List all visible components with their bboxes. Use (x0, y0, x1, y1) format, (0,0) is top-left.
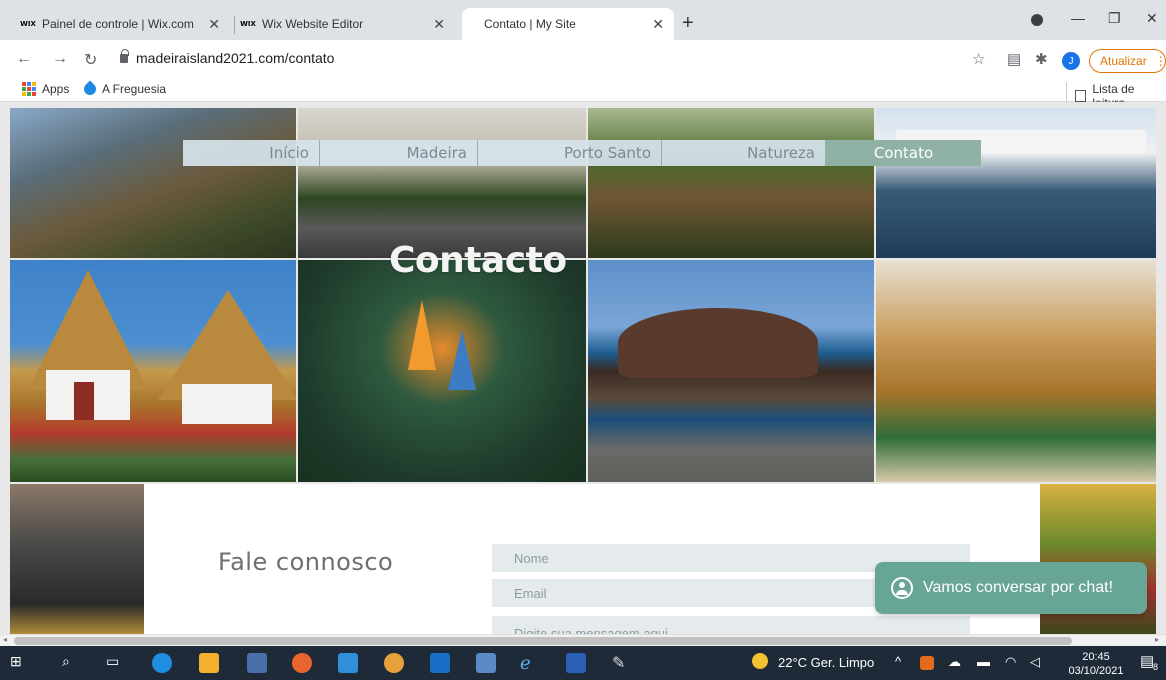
photo-dragon-trees (588, 108, 874, 258)
windows-taskbar: ⊞ ⌕ ▭ ℯ ✎ 22°C Ger. Limpo ^ ☁ ▬ ◠ ◁ ▤ 8 (0, 646, 1166, 680)
windows-start-icon[interactable]: ⊞ (10, 653, 30, 673)
page-title: Contacto (389, 240, 567, 281)
outlook-icon[interactable] (430, 653, 450, 673)
browser-tab-bar: WIX Painel de controle | Wix.com ✕ WIX W… (0, 0, 1166, 40)
cloud-icon[interactable]: ☁ (948, 654, 961, 670)
photo-islet-coast (588, 260, 874, 482)
photo-mountain-valley (10, 108, 296, 258)
close-tab-icon[interactable]: ✕ (433, 16, 445, 33)
minimize-icon[interactable]: — (1071, 10, 1085, 26)
volume-icon[interactable]: ◁ (1030, 654, 1040, 670)
bookmarks-bar: Apps A Freguesia (0, 78, 1166, 102)
photo-cruise-ship-harbour (876, 108, 1156, 258)
search-icon[interactable]: ⌕ (62, 653, 82, 673)
menu-item-porto-santo[interactable]: Porto Santo (478, 140, 662, 166)
lock-icon[interactable] (120, 49, 129, 63)
tab-title: Painel de controle | Wix.com (42, 17, 194, 31)
petal-shape (408, 300, 436, 370)
clock-date: 03/10/2021 (1068, 665, 1124, 677)
chrome-icon[interactable] (384, 653, 404, 673)
tray-app-icon[interactable] (920, 656, 934, 670)
puzzle-icon[interactable]: ✱ (1035, 50, 1048, 68)
edge-icon[interactable] (152, 653, 172, 673)
menu-item-inicio[interactable]: Início (183, 140, 320, 166)
user-chat-icon (891, 577, 913, 599)
tab-separator (234, 16, 235, 34)
word-icon[interactable] (566, 653, 586, 673)
system-clock[interactable]: 20:45 03/10/2021 (1066, 650, 1126, 678)
close-tab-icon[interactable]: ✕ (208, 16, 220, 33)
photo-santana-houses (10, 260, 296, 482)
site-navigation-menu: Início Madeira Porto Santo Natureza Cont… (183, 140, 981, 166)
page-viewport: Início Madeira Porto Santo Natureza Cont… (0, 102, 1166, 642)
close-window-icon[interactable]: ✕ (1146, 10, 1158, 27)
house-front-shape (182, 384, 272, 424)
horizontal-scrollbar[interactable]: ◂ ▸ (0, 634, 1166, 646)
mail-icon[interactable] (338, 653, 358, 673)
back-icon[interactable]: ← (16, 50, 32, 68)
menu-item-contato[interactable]: Contato (826, 140, 981, 166)
profile-avatar[interactable]: J (1062, 52, 1080, 70)
browser-toolbar: ← → ↻ madeiraisland2021.com/contato ☆ ▤ … (0, 40, 1166, 78)
reload-icon[interactable]: ↻ (84, 50, 97, 70)
wix-favicon-icon: WIX (240, 20, 256, 28)
menu-item-natureza[interactable]: Natureza (662, 140, 826, 166)
weather-moon-icon[interactable] (752, 653, 768, 669)
islet-shape (618, 308, 818, 378)
clock-time: 20:45 (1082, 651, 1110, 663)
firefox-icon[interactable] (292, 653, 312, 673)
edge-favicon-icon (81, 80, 99, 98)
scroll-left-icon[interactable]: ◂ (3, 635, 7, 644)
app-icon[interactable] (476, 653, 496, 673)
wifi-icon[interactable]: ◠ (1005, 654, 1016, 670)
petal-shape (448, 330, 476, 390)
forward-icon[interactable]: → (52, 50, 68, 68)
bookmark-apps[interactable]: Apps (22, 82, 69, 96)
star-icon[interactable]: ☆ (972, 50, 985, 68)
file-explorer-icon[interactable] (199, 653, 219, 673)
notification-count: 8 (1153, 662, 1159, 672)
photo-tunnel (10, 484, 144, 634)
internet-explorer-icon[interactable]: ℯ (520, 653, 540, 673)
new-tab-button[interactable]: + (682, 12, 694, 35)
contact-form-title: Fale connosco (218, 548, 394, 576)
update-button[interactable]: Atualizar ⋮ (1089, 49, 1166, 73)
chat-label: Vamos conversar por chat! (923, 579, 1114, 596)
task-view-icon[interactable]: ▭ (106, 653, 126, 673)
paint-icon[interactable]: ✎ (612, 653, 632, 673)
recording-indicator-icon[interactable] (1031, 14, 1043, 26)
bookmark-a-freguesia[interactable]: A Freguesia (81, 80, 167, 98)
tab-title: Contato | My Site (484, 17, 576, 31)
door-shape (74, 382, 94, 420)
photo-bird-of-paradise-flower (298, 260, 586, 482)
menu-item-madeira[interactable]: Madeira (320, 140, 478, 166)
more-menu-icon: ⋮ (1154, 54, 1166, 68)
update-label: Atualizar (1100, 54, 1147, 68)
bookmark-label: A Freguesia (102, 82, 167, 96)
chat-button[interactable]: Vamos conversar por chat! (875, 562, 1147, 614)
battery-icon[interactable]: ▬ (977, 654, 990, 669)
weather-text[interactable]: 22°C Ger. Limpo (778, 655, 874, 670)
address-bar[interactable]: madeiraisland2021.com/contato (136, 50, 334, 66)
bookmark-label: Apps (42, 82, 70, 96)
tray-chevron-icon[interactable]: ^ (895, 654, 901, 669)
tab-wix-editor[interactable]: WIX Wix Website Editor ✕ (240, 8, 455, 40)
wix-favicon-icon: WIX (20, 20, 36, 28)
restore-icon[interactable]: ❐ (1108, 10, 1121, 27)
extension-icon[interactable]: ▤ (1007, 50, 1021, 68)
store-icon[interactable] (247, 653, 267, 673)
close-tab-icon[interactable]: ✕ (652, 16, 664, 33)
scroll-right-icon[interactable]: ▸ (1155, 635, 1159, 644)
photo-wicker-animals (876, 260, 1156, 482)
tab-wix-dashboard[interactable]: WIX Painel de controle | Wix.com ✕ (20, 8, 230, 40)
reading-list-icon (1075, 90, 1087, 102)
apps-grid-icon (22, 82, 36, 96)
photo-funchal-street (298, 108, 586, 258)
tab-contato[interactable]: Contato | My Site ✕ (462, 8, 674, 40)
tab-title: Wix Website Editor (262, 17, 364, 31)
scrollbar-thumb[interactable] (14, 637, 1072, 645)
